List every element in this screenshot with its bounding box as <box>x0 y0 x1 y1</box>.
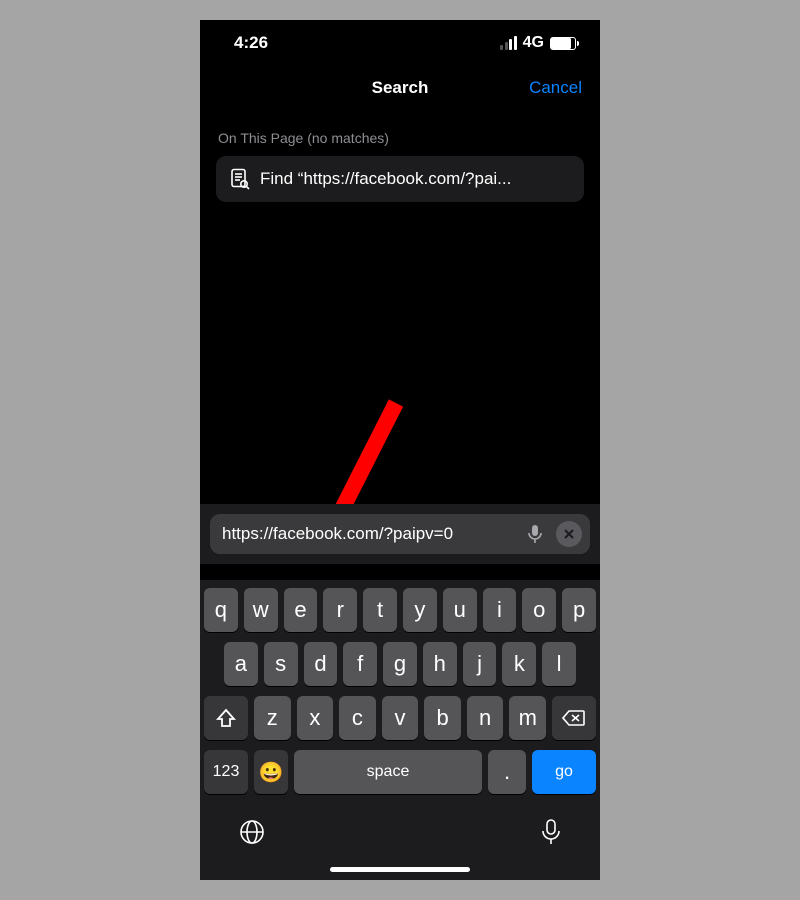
status-bar: 4:26 4G <box>200 20 600 66</box>
key-d[interactable]: d <box>304 642 338 686</box>
address-bar-text[interactable]: https://facebook.com/?paipv=0 <box>222 524 514 544</box>
key-m[interactable]: m <box>509 696 546 740</box>
dictation-icon[interactable] <box>522 521 548 547</box>
key-o[interactable]: o <box>522 588 556 632</box>
key-h[interactable]: h <box>423 642 457 686</box>
clear-icon[interactable] <box>556 521 582 547</box>
key-j[interactable]: j <box>463 642 497 686</box>
key-n[interactable]: n <box>467 696 504 740</box>
status-time: 4:26 <box>234 33 268 53</box>
key-v[interactable]: v <box>382 696 419 740</box>
key-s[interactable]: s <box>264 642 298 686</box>
key-a[interactable]: a <box>224 642 258 686</box>
key-u[interactable]: u <box>443 588 477 632</box>
key-b[interactable]: b <box>424 696 461 740</box>
key-q[interactable]: q <box>204 588 238 632</box>
key-t[interactable]: t <box>363 588 397 632</box>
key-y[interactable]: y <box>403 588 437 632</box>
results-section: On This Page (no matches) Find “https://… <box>200 110 600 202</box>
status-right: 4G <box>500 34 576 52</box>
network-label: 4G <box>523 34 544 52</box>
signal-icon <box>500 36 517 50</box>
emoji-key[interactable]: 😀 <box>254 750 288 794</box>
go-key[interactable]: go <box>532 750 596 794</box>
key-k[interactable]: k <box>502 642 536 686</box>
battery-icon <box>550 37 576 50</box>
keyboard-row-2: a s d f g h j k l <box>204 642 596 686</box>
key-f[interactable]: f <box>343 642 377 686</box>
cancel-button[interactable]: Cancel <box>529 78 582 98</box>
nav-bar: Search Cancel <box>200 66 600 110</box>
key-g[interactable]: g <box>383 642 417 686</box>
keyboard-row-4: 123 😀 space . go <box>204 750 596 794</box>
section-header: On This Page (no matches) <box>216 130 584 146</box>
key-e[interactable]: e <box>284 588 318 632</box>
key-c[interactable]: c <box>339 696 376 740</box>
key-r[interactable]: r <box>323 588 357 632</box>
keyboard: q w e r t y u i o p a s d f g h j k l z <box>200 580 600 880</box>
globe-icon[interactable] <box>238 818 266 851</box>
keyboard-row-3: z x c v b n m <box>204 696 596 740</box>
numeric-key[interactable]: 123 <box>204 750 248 794</box>
find-in-page-label: Find “https://facebook.com/?pai... <box>260 169 511 189</box>
delete-key[interactable] <box>552 696 596 740</box>
keyboard-row-1: q w e r t y u i o p <box>204 588 596 632</box>
key-p[interactable]: p <box>562 588 596 632</box>
phone-frame: 4:26 4G Search Cancel On This Page (no m… <box>200 20 600 880</box>
key-x[interactable]: x <box>297 696 334 740</box>
shift-key[interactable] <box>204 696 248 740</box>
key-z[interactable]: z <box>254 696 291 740</box>
key-i[interactable]: i <box>483 588 517 632</box>
address-bar[interactable]: https://facebook.com/?paipv=0 <box>210 514 590 554</box>
page-title: Search <box>372 78 429 98</box>
home-indicator[interactable] <box>330 867 470 872</box>
space-key[interactable]: space <box>294 750 482 794</box>
key-l[interactable]: l <box>542 642 576 686</box>
address-bar-container: https://facebook.com/?paipv=0 <box>200 504 600 564</box>
dot-key[interactable]: . <box>488 750 526 794</box>
find-in-page-row[interactable]: Find “https://facebook.com/?pai... <box>216 156 584 202</box>
mic-icon[interactable] <box>540 818 562 851</box>
find-in-page-icon <box>230 168 250 190</box>
keyboard-bottom-bar <box>204 804 596 861</box>
key-w[interactable]: w <box>244 588 278 632</box>
